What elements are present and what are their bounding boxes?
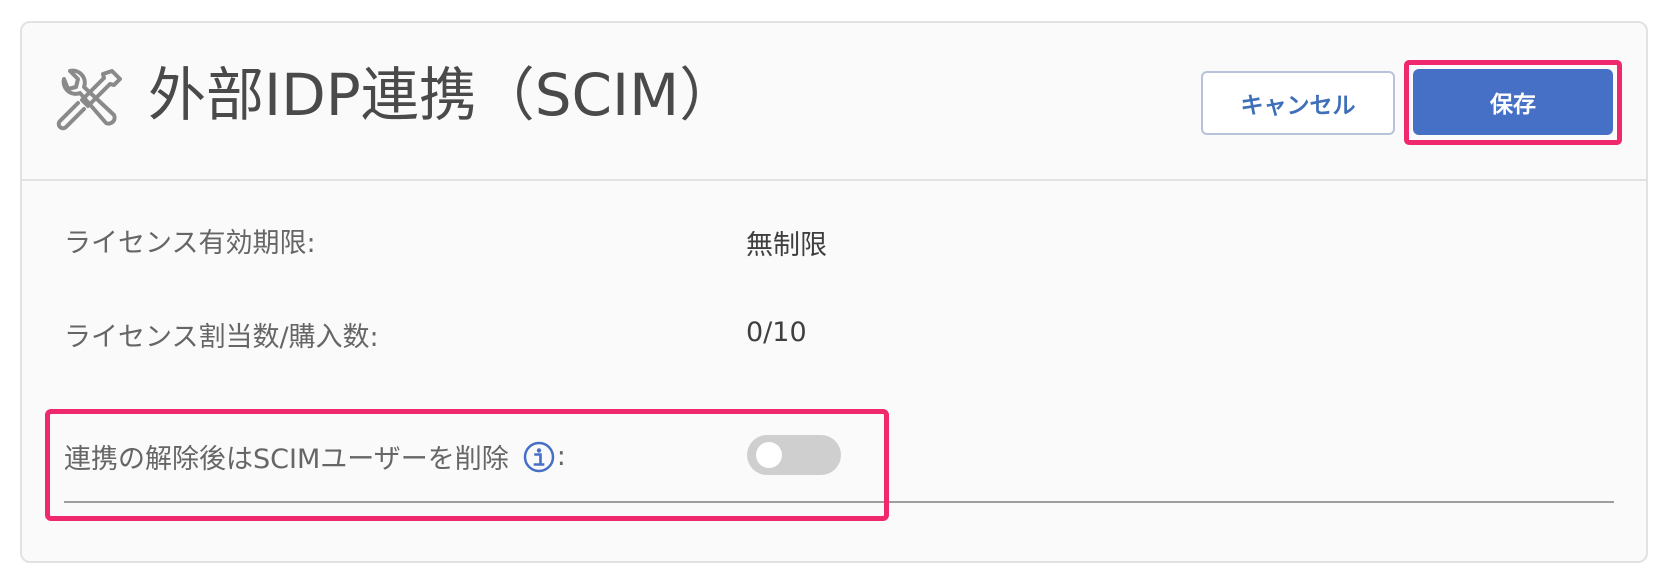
page-title: 外部IDP連携（SCIM） [148, 61, 738, 129]
tools-icon [56, 68, 122, 131]
card-header: 外部IDP連携（SCIM） キャンセル 保存 [22, 23, 1646, 181]
cancel-button[interactable]: キャンセル [1201, 71, 1395, 135]
license-expiry-label: ライセンス有効期限: [64, 228, 316, 259]
license-expiry-value: 無制限 [746, 230, 827, 261]
scim-settings-card: 外部IDP連携（SCIM） キャンセル 保存 ライセンス有効期限: 無制限 ライ… [20, 21, 1648, 563]
license-count-value: 0/10 [746, 317, 807, 348]
delete-scim-users-highlight [45, 409, 889, 521]
save-button[interactable]: 保存 [1413, 69, 1613, 135]
license-count-label: ライセンス割当数/購入数: [64, 322, 379, 353]
